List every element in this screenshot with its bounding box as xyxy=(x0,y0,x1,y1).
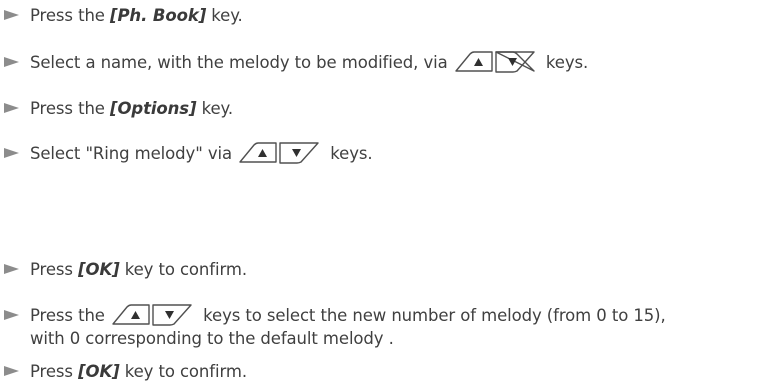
step-text: Press the [Ph. Book] key. xyxy=(30,4,243,27)
step-prefix: Press the xyxy=(30,99,110,118)
triangle-bullet-icon xyxy=(4,103,19,113)
step-text-continuation: with 0 corresponding to the default melo… xyxy=(30,329,394,348)
step-suffix: keys. xyxy=(325,144,373,163)
triangle-bullet-icon xyxy=(4,148,19,158)
step-text: Select a name, with the melody to be mod… xyxy=(30,51,588,74)
up-down-navigation-keys-icon xyxy=(238,142,322,164)
step-prefix: Press the xyxy=(30,306,110,325)
triangle-bullet-icon xyxy=(4,57,19,67)
step-text: Select "Ring melody" via keys. xyxy=(30,142,373,165)
step-suffix: key to confirm. xyxy=(119,362,247,381)
step-text: Press the keys to select the new number … xyxy=(30,304,666,327)
step-text: Press [OK] key to confirm. xyxy=(30,258,247,281)
up-down-navigation-keys-icon xyxy=(111,304,195,326)
step-suffix: keys to select the new number of melody … xyxy=(198,306,666,325)
triangle-bullet-icon xyxy=(4,264,19,274)
triangle-bullet-icon xyxy=(4,366,19,376)
step-suffix: key to confirm. xyxy=(119,260,247,279)
step-prefix: Select a name, with the melody to be mod… xyxy=(30,53,453,72)
step-suffix: key. xyxy=(196,99,233,118)
key-label-phonebook: [Ph. Book] xyxy=(110,6,207,25)
step-prefix: Press xyxy=(30,362,79,381)
step-suffix: keys. xyxy=(540,53,589,72)
key-label-options: [Options] xyxy=(110,99,197,118)
key-label-ok: [OK] xyxy=(78,260,120,279)
step-prefix: Select "Ring melody" via xyxy=(30,144,238,163)
key-label-ok: [OK] xyxy=(78,362,120,381)
step-prefix: Press the xyxy=(30,6,110,25)
step-text: Press the [Options] key. xyxy=(30,97,233,120)
step-text: Press [OK] key to confirm. xyxy=(30,360,247,383)
step-suffix: key. xyxy=(206,6,243,25)
up-down-navigation-keys-icon xyxy=(454,51,538,73)
triangle-bullet-icon xyxy=(4,310,19,320)
triangle-bullet-icon xyxy=(4,10,19,20)
step-prefix: Press xyxy=(30,260,79,279)
